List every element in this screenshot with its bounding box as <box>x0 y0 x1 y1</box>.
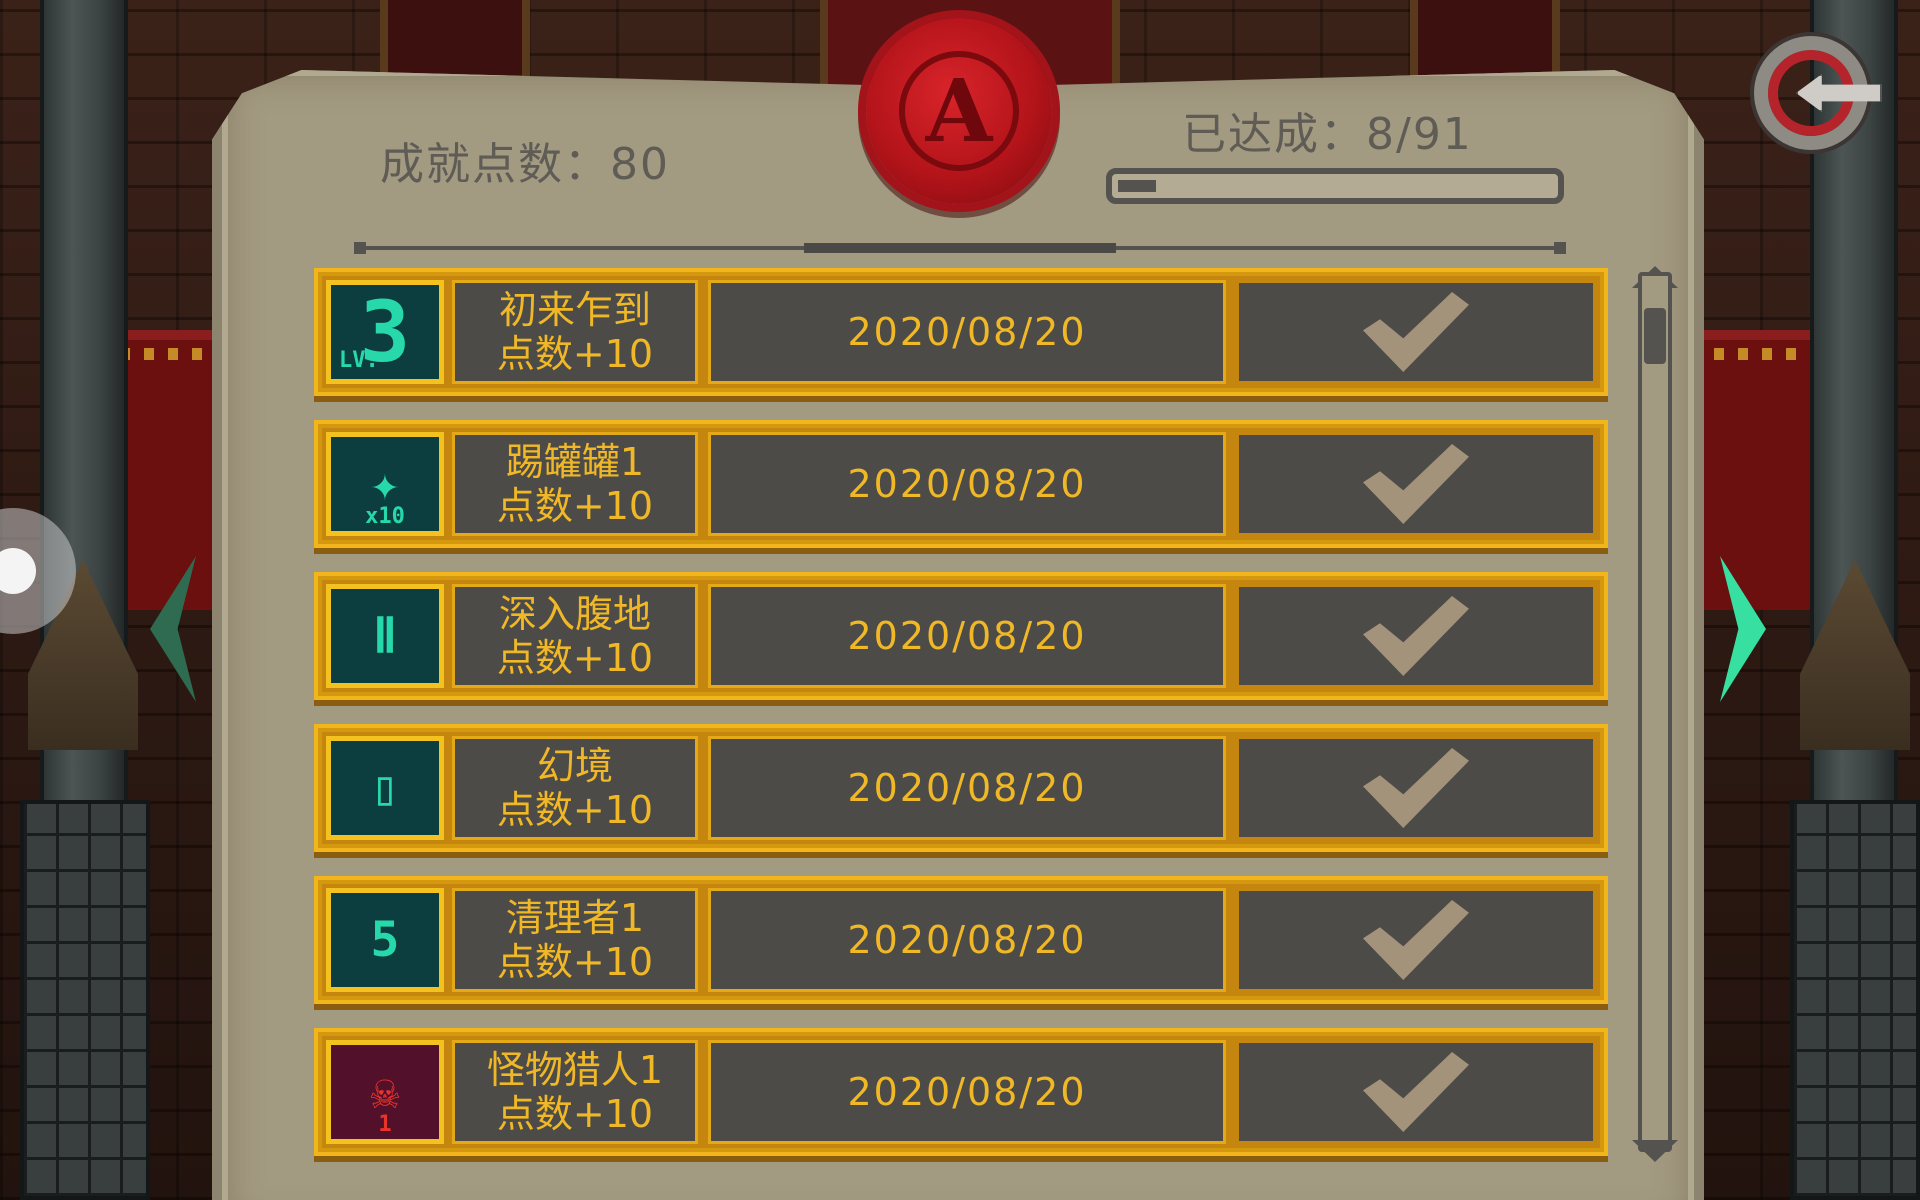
achievement-date: 2020/08/20 <box>708 736 1226 840</box>
seal-letter: A <box>899 51 1019 171</box>
achievement-name-cell: 初来乍到 点数+10 <box>452 280 698 384</box>
achievement-name: 清理者1 <box>505 896 645 940</box>
page-indicator <box>804 243 1116 253</box>
scroll-thumb[interactable] <box>1644 308 1666 364</box>
completed-count-label: 已达成：8/91 <box>1182 109 1473 160</box>
achievement-name: 初来乍到 <box>498 288 651 332</box>
completion-progress-bar <box>1106 168 1564 204</box>
achievement-scrollbar[interactable] <box>1638 272 1672 1152</box>
level-3-icon: 3 LV. <box>326 280 444 384</box>
checkmark-icon <box>1363 596 1469 676</box>
back-button[interactable] <box>1748 30 1898 156</box>
achievement-row[interactable]: 5 清理者1 点数+10 2020/08/20 <box>314 876 1608 1004</box>
red-banner-right <box>1690 330 1820 610</box>
checkmark-icon <box>1363 748 1469 828</box>
achievement-row[interactable]: 3 LV. 初来乍到 点数+10 2020/08/20 <box>314 268 1608 396</box>
checkmark-icon <box>1363 292 1469 372</box>
checkmark-icon <box>1363 900 1469 980</box>
pillar-base-left <box>20 800 150 1200</box>
achievement-status <box>1236 432 1596 536</box>
achievement-status <box>1236 584 1596 688</box>
checkmark-icon <box>1363 444 1469 524</box>
achievement-reward: 点数+10 <box>496 788 654 832</box>
achievement-name: 踢罐罐1 <box>505 440 645 484</box>
achievement-name: 怪物猎人1 <box>486 1048 664 1092</box>
achievement-reward: 点数+10 <box>496 484 654 528</box>
jar-break-icon: ✦ x10 <box>326 432 444 536</box>
icon-glyph: ▯ <box>370 760 400 816</box>
achievement-date: 2020/08/20 <box>708 1040 1226 1144</box>
icon-glyph: 5 <box>370 912 400 968</box>
icon-caption: x10 <box>365 504 405 529</box>
icon-glyph: Ⅱ <box>373 608 397 664</box>
achievement-name: 深入腹地 <box>498 592 651 636</box>
achievement-reward: 点数+10 <box>496 636 654 680</box>
achievement-date: 2020/08/20 <box>708 280 1226 384</box>
icon-caption: LV. <box>339 348 379 373</box>
achievement-row[interactable]: ▯ 幻境 点数+10 2020/08/20 <box>314 724 1608 852</box>
achievement-name-cell: 清理者1 点数+10 <box>452 888 698 992</box>
achievement-date: 2020/08/20 <box>708 584 1226 688</box>
achievement-date: 2020/08/20 <box>708 888 1226 992</box>
wax-seal-emblem: A <box>866 18 1052 204</box>
achievement-name-cell: 深入腹地 点数+10 <box>452 584 698 688</box>
achievements-screen: 成就点数：80 已达成：8/91 A 3 LV. 初来乍到 点数+10 2020… <box>0 0 1920 1200</box>
pillar-base-right <box>1790 800 1920 1200</box>
door-icon: ▯ <box>326 736 444 840</box>
achievement-row[interactable]: ✦ x10 踢罐罐1 点数+10 2020/08/20 <box>314 420 1608 548</box>
achievement-reward: 点数+10 <box>496 332 654 376</box>
achievement-reward: 点数+10 <box>496 1092 654 1136</box>
icon-caption: 1 <box>378 1112 392 1137</box>
achievement-name-cell: 怪物猎人1 点数+10 <box>452 1040 698 1144</box>
target-5-icon: 5 <box>326 888 444 992</box>
monster-skull-icon: ☠ 1 <box>326 1040 444 1144</box>
achievement-row[interactable]: ☠ 1 怪物猎人1 点数+10 2020/08/20 <box>314 1028 1608 1156</box>
achievement-name-cell: 踢罐罐1 点数+10 <box>452 432 698 536</box>
achievement-date: 2020/08/20 <box>708 432 1226 536</box>
achievement-row[interactable]: Ⅱ 深入腹地 点数+10 2020/08/20 <box>314 572 1608 700</box>
achievement-points-label: 成就点数：80 <box>380 139 670 190</box>
checkmark-icon <box>1363 1052 1469 1132</box>
achievement-name-cell: 幻境 点数+10 <box>452 736 698 840</box>
achievement-status <box>1236 280 1596 384</box>
achievement-reward: 点数+10 <box>496 940 654 984</box>
achievement-name: 幻境 <box>536 744 613 788</box>
shrine-icon: Ⅱ <box>326 584 444 688</box>
achievement-status <box>1236 1040 1596 1144</box>
assistive-dot-icon <box>0 548 36 594</box>
completion-progress-fill <box>1118 180 1156 192</box>
achievement-status <box>1236 736 1596 840</box>
achievement-status <box>1236 888 1596 992</box>
